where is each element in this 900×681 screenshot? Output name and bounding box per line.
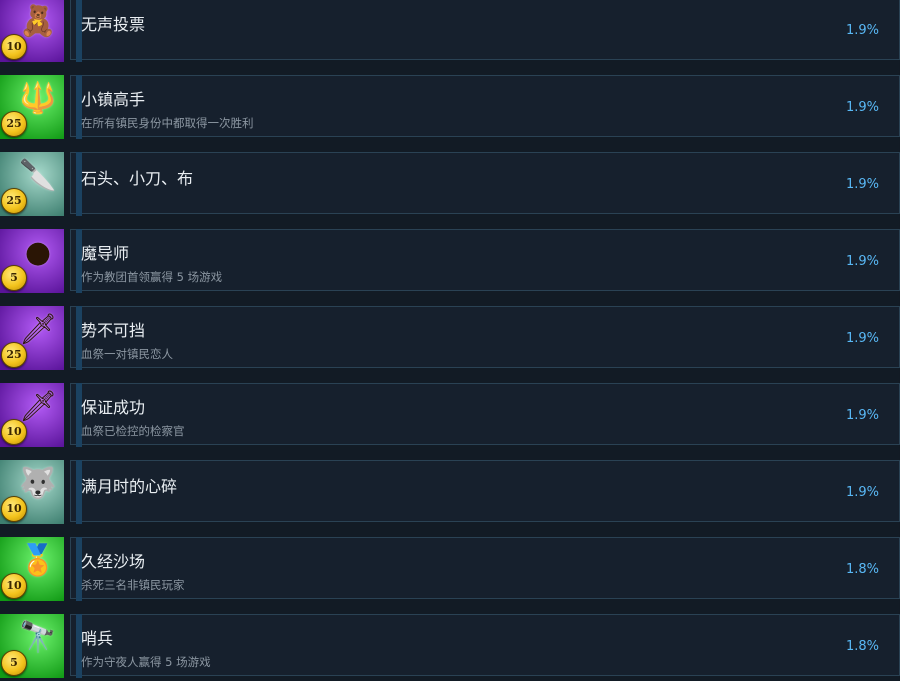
achievement-row[interactable]: ● 5 魔导师作为教团首领赢得 5 场游戏 1.9%: [0, 229, 900, 293]
points-coin-badge: 5: [1, 265, 27, 291]
achievement-title: 魔导师: [81, 244, 130, 263]
unlock-percentage: 1.9%: [845, 331, 879, 346]
achievement-card: 久经沙场杀死三名非镇民玩家 1.8%: [70, 537, 900, 601]
achievement-description: 作为守夜人赢得 5 场游戏: [81, 655, 211, 669]
achievement-title: 无声投票: [81, 15, 146, 34]
achievement-row[interactable]: 🔱 25 小镇高手在所有镇民身份中都取得一次胜利 1.9%: [0, 75, 900, 139]
achievement-title: 小镇高手: [81, 90, 146, 109]
achievement-title: 保证成功: [81, 398, 146, 417]
points-coin-badge: 10: [1, 419, 27, 445]
points-coin-badge: 25: [1, 342, 27, 368]
achievement-icon-glyph: 🧸: [19, 4, 57, 39]
voodoo-doll-icon: 🧸 10: [0, 0, 64, 62]
achievement-icon-glyph: 🗡: [18, 312, 58, 347]
unlock-percentage: 1.9%: [845, 254, 879, 269]
achievement-card: 魔导师作为教团首领赢得 5 场游戏 1.9%: [70, 229, 900, 293]
achievement-card: 石头、小刀、布 1.9%: [70, 152, 900, 216]
points-coin-badge: 10: [1, 573, 27, 599]
medal-icon: 🏅 10: [0, 537, 64, 601]
achievement-card: 满月时的心碎 1.9%: [70, 460, 900, 524]
achievement-description: 在所有镇民身份中都取得一次胜利: [81, 116, 254, 130]
points-coin-badge: 25: [1, 111, 27, 137]
achievement-title: 满月时的心碎: [81, 477, 178, 496]
achievement-description: 作为教团首领赢得 5 场游戏: [81, 270, 223, 284]
points-coin-badge: 5: [1, 650, 27, 676]
unlock-percentage: 1.8%: [845, 562, 879, 577]
spyglass-icon: 🔭 5: [0, 614, 64, 678]
achievement-title: 久经沙场: [81, 552, 146, 571]
points-coin-badge: 25: [1, 188, 27, 214]
achievement-row[interactable]: 🏅 10 久经沙场杀死三名非镇民玩家 1.8%: [0, 537, 900, 601]
achievement-title: 势不可挡: [81, 321, 146, 340]
unlock-percentage: 1.9%: [845, 408, 879, 423]
unlock-percentage: 1.9%: [845, 177, 879, 192]
pitchfork-icon: 🔱 25: [0, 75, 64, 139]
unlock-percentage: 1.8%: [845, 639, 879, 654]
dark-orb-icon: ● 5: [0, 229, 64, 293]
knife-icon: 🔪 25: [0, 152, 64, 216]
achievement-row[interactable]: 🐺 10 满月时的心碎 1.9%: [0, 460, 900, 524]
achievement-card: 哨兵作为守夜人赢得 5 场游戏 1.8%: [70, 614, 900, 678]
achievement-description: 杀死三名非镇民玩家: [81, 578, 185, 592]
achievement-row[interactable]: 🔪 25 石头、小刀、布 1.9%: [0, 152, 900, 216]
achievement-description: 血祭已检控的检察官: [81, 424, 185, 438]
achievement-icon-glyph: 🔱: [19, 81, 57, 116]
unlock-percentage: 1.9%: [845, 23, 879, 38]
points-coin-badge: 10: [1, 496, 27, 522]
ritual-dagger-icon: 🗡 25: [0, 306, 64, 370]
achievement-icon-glyph: 🗡: [18, 389, 58, 424]
achievement-icon-glyph: 🐺: [19, 466, 57, 501]
achievement-row[interactable]: 🧸 10 无声投票 1.9%: [0, 0, 900, 62]
achievement-row[interactable]: 🔭 5 哨兵作为守夜人赢得 5 场游戏 1.8%: [0, 614, 900, 678]
achievement-card: 势不可挡血祭一对镇民恋人 1.9%: [70, 306, 900, 370]
achievement-card: 小镇高手在所有镇民身份中都取得一次胜利 1.9%: [70, 75, 900, 139]
achievement-icon-glyph: 🏅: [19, 543, 57, 578]
achievement-row[interactable]: 🗡 10 保证成功血祭已检控的检察官 1.9%: [0, 383, 900, 447]
unlock-percentage: 1.9%: [845, 100, 879, 115]
achievement-icon-glyph: 🔭: [19, 620, 57, 655]
achievement-card: 无声投票 1.9%: [70, 0, 900, 62]
unlock-percentage: 1.9%: [845, 485, 879, 500]
werewolf-icon: 🐺 10: [0, 460, 64, 524]
achievement-icon-glyph: ●: [24, 235, 52, 270]
achievement-card: 保证成功血祭已检控的检察官 1.9%: [70, 383, 900, 447]
ritual-dagger-icon: 🗡 10: [0, 383, 64, 447]
achievement-list: 🧸 10 无声投票 1.9% 🔱 25 小镇高手 在所有镇民身份中都取得一次胜利 1.9% 🔪 25…: [0, 0, 900, 681]
achievement-description: 血祭一对镇民恋人: [81, 347, 173, 361]
achievement-icon-glyph: 🔪: [19, 158, 57, 193]
points-coin-badge: 10: [1, 34, 27, 60]
achievement-row[interactable]: 🗡 25 势不可挡血祭一对镇民恋人 1.9%: [0, 306, 900, 370]
achievement-title: 石头、小刀、布: [81, 169, 194, 188]
achievement-title: 哨兵: [81, 629, 114, 648]
